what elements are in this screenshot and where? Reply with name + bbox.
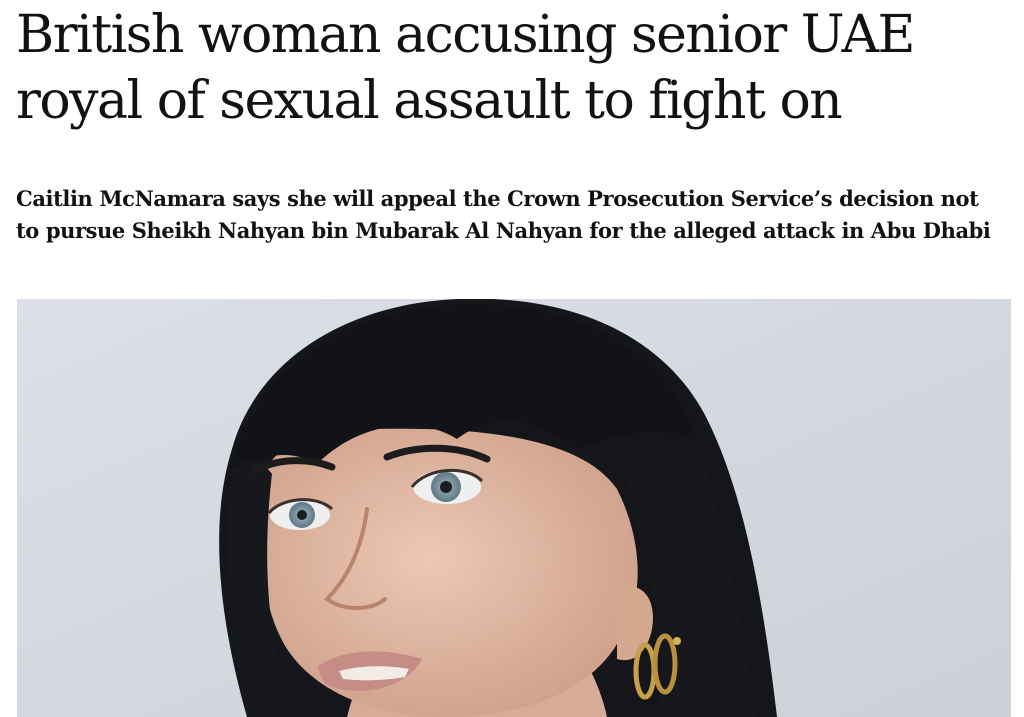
left-pupil [297, 510, 307, 520]
standfirst: Caitlin McNamara says she will appeal th… [16, 186, 991, 243]
portrait-illustration [17, 299, 1011, 717]
article: British woman accusing senior UAE royal … [0, 0, 1024, 717]
earring-stud [673, 637, 681, 645]
right-pupil [440, 481, 452, 493]
article-photo [17, 299, 1011, 717]
headline: British woman accusing senior UAE royal … [16, 5, 915, 131]
